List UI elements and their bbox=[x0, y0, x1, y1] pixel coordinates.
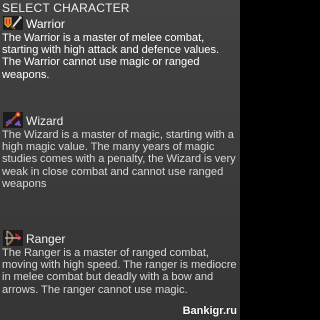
character-option-warrior[interactable]: Warrior The Warrior is a master of melee… bbox=[0, 14, 240, 81]
character-header: Warrior bbox=[0, 14, 240, 32]
character-description: The Ranger is a master of ranged combat,… bbox=[2, 247, 237, 296]
character-name: Ranger bbox=[26, 232, 66, 246]
character-header: Ranger bbox=[0, 229, 240, 247]
character-description: The Warrior is a master of melee combat,… bbox=[2, 32, 220, 81]
character-option-wizard[interactable]: Wizard The Wizard is a master of magic, … bbox=[0, 111, 240, 190]
character-option-ranger[interactable]: Ranger The Ranger is a master of ranged … bbox=[0, 229, 240, 296]
character-name: Warrior bbox=[26, 17, 65, 31]
ranger-bow-icon bbox=[3, 230, 23, 246]
screen-title: SELECT CHARACTER bbox=[2, 1, 130, 15]
character-description: The Wizard is a master of magic, startin… bbox=[2, 129, 236, 190]
watermark: Bankigr.ru bbox=[182, 305, 237, 317]
character-select-screen: SELECT CHARACTER Warrior The Warrior is … bbox=[0, 0, 240, 320]
wizard-staff-icon bbox=[3, 112, 23, 128]
character-name: Wizard bbox=[26, 114, 64, 128]
warrior-sword-shield-icon bbox=[3, 16, 23, 30]
character-header: Wizard bbox=[0, 111, 240, 129]
